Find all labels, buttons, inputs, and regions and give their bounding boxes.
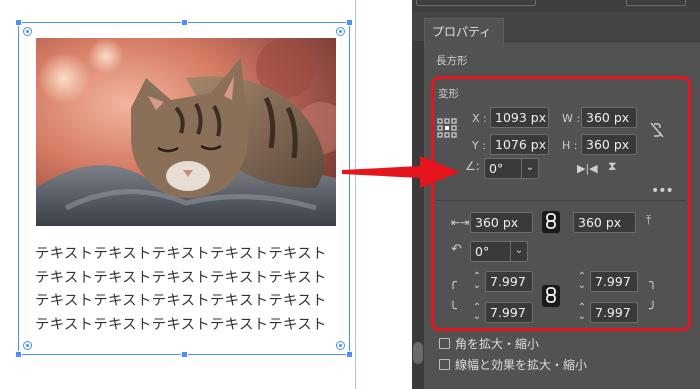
guide-line bbox=[355, 0, 356, 389]
stepper-top-right[interactable]: ⌃ ⌄ bbox=[577, 272, 587, 291]
scale-corners-option[interactable]: 角を拡大・縮小 bbox=[439, 335, 539, 352]
height-arrow-icon: ⤒ bbox=[646, 213, 652, 227]
scale-strokes-option[interactable]: 線幅と効果を拡大・縮小 bbox=[439, 356, 587, 373]
corner-top-right-field[interactable]: 7.997 bbox=[590, 271, 638, 292]
section-title-rectangle: 長方形 bbox=[436, 55, 468, 67]
toolbar-strip bbox=[412, 0, 700, 12]
scale-strokes-checkbox[interactable] bbox=[439, 359, 450, 370]
handle-bottom-left[interactable] bbox=[15, 351, 22, 358]
corner-widget-top-right[interactable] bbox=[336, 27, 345, 36]
panel-tab-bar: プロパティ bbox=[412, 12, 700, 43]
rotate-angle-icon: ∠: bbox=[465, 159, 480, 173]
shear-dropdown[interactable]: 0° ⌄ bbox=[470, 241, 528, 262]
chevron-down-icon[interactable]: ⌄ bbox=[521, 159, 538, 178]
corner-bottom-right-icon: ╯ bbox=[649, 302, 657, 317]
scrollbar-thumb[interactable] bbox=[413, 342, 423, 364]
handle-top-middle[interactable] bbox=[181, 19, 188, 26]
handle-top-right[interactable] bbox=[346, 19, 353, 26]
scale-strokes-label: 線幅と効果を拡大・縮小 bbox=[455, 358, 588, 372]
rotation-value: 0° bbox=[489, 161, 504, 176]
transform-highlight bbox=[431, 76, 691, 331]
corner-widget-top-left[interactable] bbox=[23, 27, 32, 36]
handle-bottom-right[interactable] bbox=[346, 351, 353, 358]
corner-widget-bottom-left[interactable] bbox=[23, 341, 32, 350]
panel-scrollbar[interactable] bbox=[412, 42, 424, 389]
properties-panel: プロパティ 長方形 変形 X : 1093 px W : 360 px Y : … bbox=[412, 0, 700, 389]
width-arrow-icon: ⇤⇥ bbox=[451, 216, 470, 229]
corner-bottom-left-field[interactable]: 7.997 bbox=[485, 302, 533, 323]
scale-corners-label: 角を拡大・縮小 bbox=[455, 337, 540, 351]
scale-corners-checkbox[interactable] bbox=[439, 338, 450, 349]
corner-top-left-icon: ╭ bbox=[449, 275, 457, 290]
y-field[interactable]: 1076 px bbox=[490, 134, 549, 155]
corner-bottom-left-icon: ╰ bbox=[449, 302, 457, 317]
unlinked-constrain-icon[interactable] bbox=[650, 122, 664, 140]
stepper-top-left[interactable]: ⌃ ⌄ bbox=[472, 272, 482, 291]
flip-horizontal-icon[interactable]: ▶|◀ bbox=[577, 163, 598, 174]
reference-point-icon[interactable] bbox=[437, 118, 457, 140]
corner-widget-bottom-right[interactable] bbox=[336, 341, 345, 350]
flip-vertical-icon[interactable]: ⧗ bbox=[608, 160, 616, 172]
handle-bottom-middle[interactable] bbox=[181, 351, 188, 358]
x-label: X : bbox=[472, 112, 487, 125]
corner-bottom-right-field[interactable]: 7.997 bbox=[590, 302, 638, 323]
corner-top-right-icon: ╮ bbox=[649, 275, 657, 290]
pointer-arrow bbox=[342, 156, 460, 188]
shear-value: 0° bbox=[475, 244, 490, 259]
h-label: H : bbox=[562, 139, 578, 152]
tab-properties[interactable]: プロパティ bbox=[424, 18, 504, 43]
corner-top-left-field[interactable]: 7.997 bbox=[485, 271, 533, 292]
artboard-canvas: テキストテキストテキストテキストテキストテキストテキストテキストテキストテキスト… bbox=[0, 0, 412, 389]
screen: テキストテキストテキストテキストテキストテキストテキストテキストテキストテキスト… bbox=[0, 0, 700, 389]
corner-link-icon[interactable] bbox=[542, 285, 560, 307]
y-label: Y : bbox=[472, 139, 486, 152]
width-field[interactable]: 360 px bbox=[581, 107, 637, 128]
w-label: W : bbox=[562, 112, 581, 125]
cat-photo bbox=[36, 38, 336, 226]
stepper-bottom-right[interactable]: ⌃ ⌄ bbox=[577, 303, 587, 322]
more-options-icon[interactable]: ••• bbox=[651, 184, 674, 198]
rotation-dropdown[interactable]: 0° ⌄ bbox=[484, 158, 539, 179]
shape-width-field[interactable]: 360 px bbox=[470, 212, 533, 233]
chevron-down-icon[interactable]: ⌄ bbox=[510, 242, 527, 261]
handle-top-left[interactable] bbox=[15, 19, 22, 26]
x-field[interactable]: 1093 px bbox=[490, 107, 549, 128]
height-field[interactable]: 360 px bbox=[581, 134, 637, 155]
transform-divider bbox=[436, 200, 686, 201]
transform-heading: 変形 bbox=[438, 88, 459, 100]
selected-rectangle[interactable]: テキストテキストテキストテキストテキストテキストテキストテキストテキストテキスト… bbox=[15, 19, 353, 358]
link-icon[interactable] bbox=[542, 211, 560, 233]
body-text[interactable]: テキストテキストテキストテキストテキストテキストテキストテキストテキストテキスト… bbox=[35, 243, 340, 337]
rotate-icon: ↶ bbox=[451, 242, 462, 257]
shape-height-field[interactable]: 360 px bbox=[573, 212, 636, 233]
stepper-bottom-left[interactable]: ⌃ ⌄ bbox=[472, 303, 482, 322]
